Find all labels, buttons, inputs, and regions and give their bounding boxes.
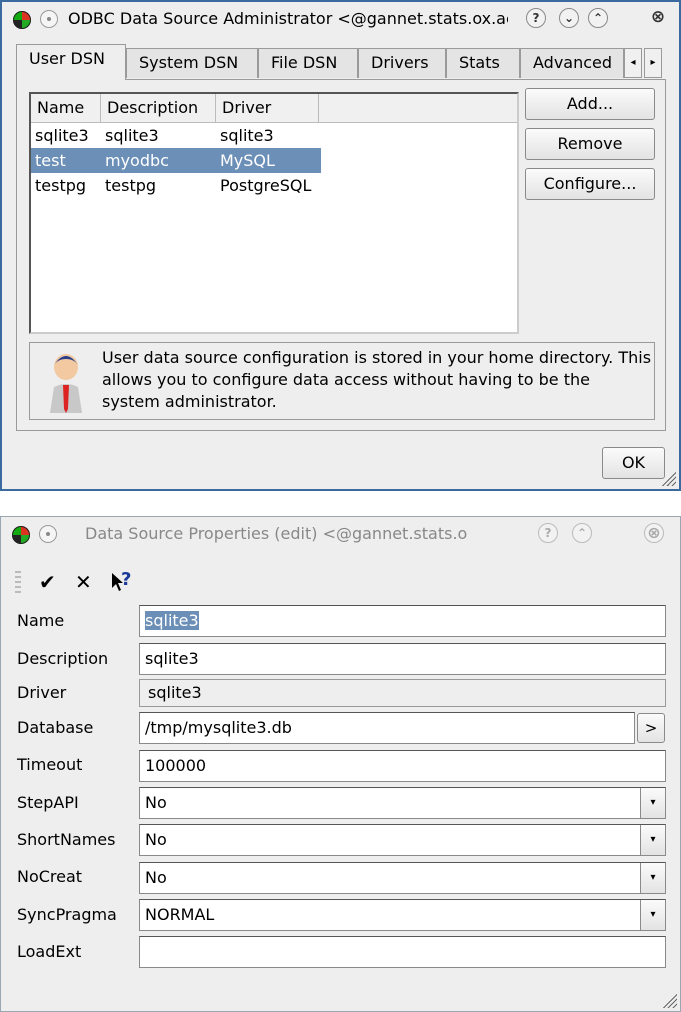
column-header-driver[interactable]: Driver <box>216 94 319 122</box>
list-row-selected[interactable]: test myodbc MySQL <box>31 148 321 173</box>
info-box: User data source configuration is stored… <box>29 342 655 420</box>
odbc-app-icon[interactable] <box>13 11 31 29</box>
name-value: sqlite3 <box>145 611 199 630</box>
window-title: Data Source Properties (edit) <@gannet.s… <box>85 524 468 543</box>
nocreat-select[interactable]: No ▾ <box>139 862 666 894</box>
window-title: ODBC Data Source Administrator <@gannet.… <box>68 9 508 28</box>
on-all-desktops-icon[interactable] <box>40 10 58 28</box>
name-field[interactable]: sqlite3 <box>139 605 666 637</box>
maximize-icon[interactable]: ⌃ <box>588 8 608 28</box>
title-bar[interactable]: Data Source Properties (edit) <@gannet.s… <box>1 517 680 551</box>
tab-file-dsn[interactable]: File DSN <box>258 48 358 78</box>
help-icon[interactable]: ? <box>526 8 546 28</box>
chevron-down-icon[interactable]: ▾ <box>640 863 665 893</box>
user-dsn-panel: Name Description Driver sqlite3 sqlite3 … <box>16 79 666 431</box>
save-icon[interactable]: ✔ <box>39 569 56 595</box>
minimize-icon[interactable]: ⌄ <box>559 8 579 28</box>
close-icon[interactable]: ⊗ <box>644 523 664 543</box>
remove-button[interactable]: Remove <box>525 128 655 160</box>
on-all-desktops-icon[interactable] <box>39 525 57 543</box>
nocreat-label: NoCreat <box>17 867 83 886</box>
title-bar[interactable]: ODBC Data Source Administrator <@gannet.… <box>2 2 679 36</box>
syncpragma-label: SyncPragma <box>17 905 117 924</box>
loadext-label: LoadExt <box>17 942 82 961</box>
info-text: User data source configuration is stored… <box>102 348 652 411</box>
toolbar-handle[interactable] <box>15 571 21 593</box>
help-icon[interactable]: ? <box>538 523 558 543</box>
resize-grip-icon[interactable] <box>661 992 677 1008</box>
syncpragma-select[interactable]: NORMAL ▾ <box>139 899 666 931</box>
stepapi-label: StepAPI <box>17 793 79 812</box>
close-icon[interactable]: ⊗ <box>648 8 668 28</box>
tab-advanced[interactable]: Advanced <box>520 48 624 78</box>
database-label: Database <box>17 718 94 737</box>
description-field[interactable]: sqlite3 <box>139 643 666 675</box>
tab-scroll-right-icon[interactable]: ▸ <box>644 48 662 78</box>
resize-grip-icon[interactable] <box>660 470 676 486</box>
driver-label: Driver <box>17 683 67 702</box>
driver-value: sqlite3 <box>139 679 666 707</box>
list-header: Name Description Driver <box>31 94 517 123</box>
column-header-name[interactable]: Name <box>31 94 101 122</box>
add-button[interactable]: Add... <box>525 88 655 120</box>
chevron-down-icon[interactable]: ▾ <box>640 900 665 930</box>
tab-system-dsn[interactable]: System DSN <box>126 48 258 78</box>
tab-bar: User DSN System DSN File DSN Drivers Sta… <box>16 44 665 80</box>
tab-scroll-left-icon[interactable]: ◂ <box>624 48 642 78</box>
toolbar: ✔ ✕ ? <box>15 569 215 595</box>
maximize-icon[interactable]: ⌃ <box>572 523 592 543</box>
list-row[interactable]: testpg testpg PostgreSQL <box>31 173 321 198</box>
chevron-down-icon[interactable]: ▾ <box>640 788 665 818</box>
configure-button[interactable]: Configure... <box>525 168 655 200</box>
stepapi-select[interactable]: No ▾ <box>139 787 666 819</box>
ok-button[interactable]: OK <box>602 447 665 479</box>
shortnames-select[interactable]: No ▾ <box>139 824 666 856</box>
timeout-field[interactable]: 100000 <box>139 750 666 782</box>
chevron-down-icon[interactable]: ▾ <box>640 825 665 855</box>
loadext-field[interactable] <box>139 936 666 968</box>
tab-drivers[interactable]: Drivers <box>358 48 446 78</box>
browse-button[interactable]: > <box>637 713 665 743</box>
user-icon <box>50 354 82 413</box>
tab-stats[interactable]: Stats <box>446 48 520 78</box>
dsn-list[interactable]: Name Description Driver sqlite3 sqlite3 … <box>29 92 519 334</box>
timeout-label: Timeout <box>17 755 83 774</box>
database-field[interactable]: /tmp/mysqlite3.db <box>139 712 635 744</box>
odbc-administrator-window: ODBC Data Source Administrator <@gannet.… <box>0 0 681 491</box>
description-label: Description <box>17 649 109 668</box>
column-header-description[interactable]: Description <box>101 94 216 122</box>
list-row[interactable]: sqlite3 sqlite3 sqlite3 <box>31 123 321 148</box>
data-source-properties-window: Data Source Properties (edit) <@gannet.s… <box>0 516 681 1012</box>
shortnames-label: ShortNames <box>17 830 116 849</box>
name-label: Name <box>17 611 65 630</box>
cancel-icon[interactable]: ✕ <box>75 569 92 595</box>
odbc-app-icon[interactable] <box>12 526 30 544</box>
tab-user-dsn[interactable]: User DSN <box>16 44 126 80</box>
